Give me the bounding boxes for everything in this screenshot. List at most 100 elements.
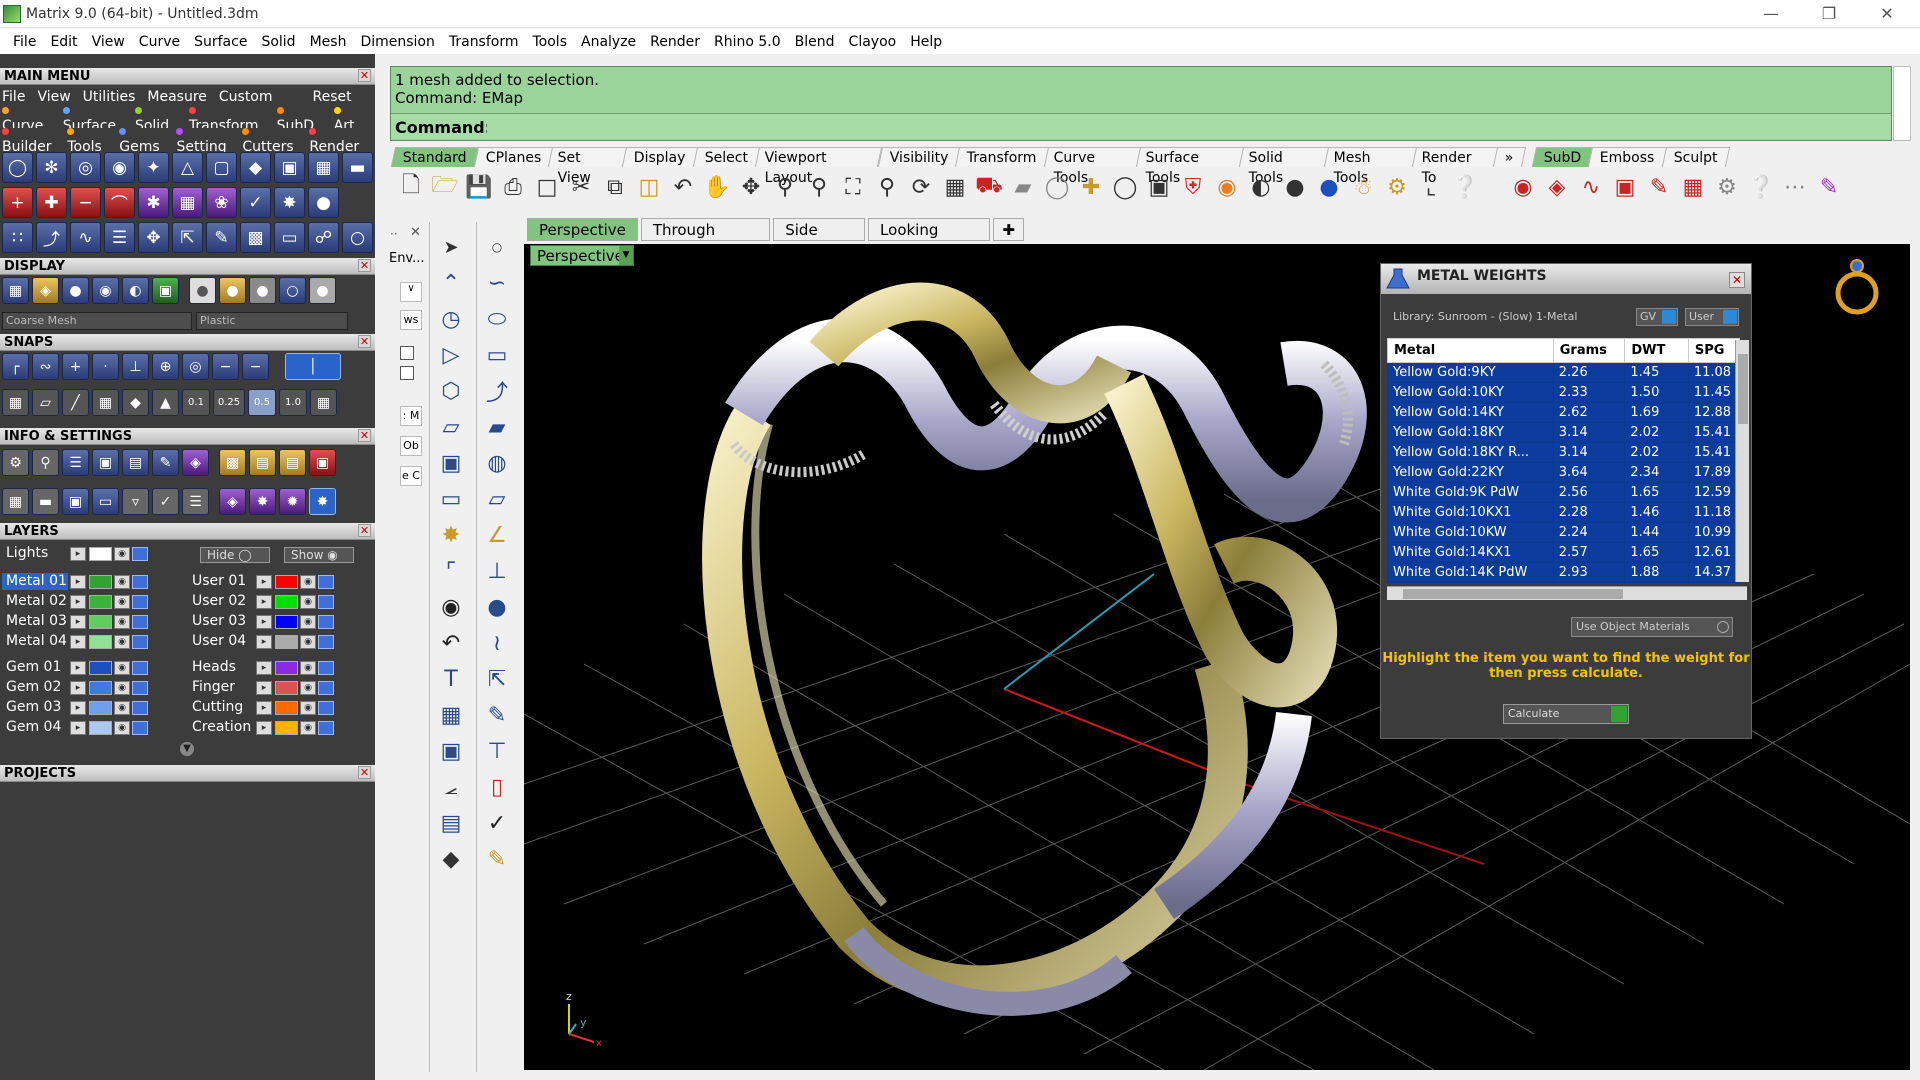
end-snap-icon[interactable]: ┌ [2, 353, 29, 380]
layer-row[interactable]: Cutting ▸ ◉ [188, 698, 334, 717]
column-header-grams[interactable]: Grams [1552, 338, 1626, 363]
paint-icon[interactable]: ✎ [480, 842, 514, 876]
ortho-icon[interactable]: ╱ [62, 389, 89, 416]
subd-settings-icon[interactable]: ⚙ [1712, 172, 1742, 202]
rectangle-icon[interactable]: ▭ [480, 338, 514, 372]
lights-layer-row[interactable]: Lights ▸ ◉ [2, 544, 148, 563]
head-tool-icon[interactable]: △ [172, 152, 203, 183]
menu-rhino5[interactable]: Rhino 5.0 [707, 34, 788, 50]
table-row[interactable]: Yellow Gold:18KY 3.14 2.02 15.41 [1387, 422, 1741, 443]
lock-icon[interactable]: ◉ [300, 614, 316, 629]
paste-icon[interactable]: ◫ [634, 172, 664, 202]
expand-icon[interactable]: ▸ [256, 680, 272, 695]
visibility-icon[interactable] [318, 614, 334, 629]
env-label[interactable]: Env... [389, 251, 425, 266]
layer-row[interactable]: Creation ▸ ◉ [188, 718, 334, 737]
snap-value-0.5[interactable]: 0.5 [248, 389, 276, 416]
ring-tool-icon[interactable]: ◯ [2, 152, 33, 183]
menu-clayoo[interactable]: Clayoo [842, 34, 904, 50]
chevron-down-icon[interactable]: ∨ [400, 282, 422, 302]
visibility-icon[interactable] [318, 720, 334, 735]
toolbar-tab-solid-tools[interactable]: Solid Tools [1238, 147, 1330, 186]
check-icon[interactable]: ✓ [480, 806, 514, 840]
split-icon[interactable]: ⊥ [480, 554, 514, 588]
new-file-icon[interactable]: 🗋 [396, 172, 426, 202]
lock-icon[interactable]: ◉ [300, 660, 316, 675]
layer-color-swatch[interactable] [275, 594, 298, 609]
lock-icon[interactable]: ◉ [114, 594, 130, 609]
render-icon[interactable]: ● [1314, 172, 1344, 202]
render-preview-icon[interactable]: ● [1280, 172, 1310, 202]
lock-icon[interactable]: ◉ [114, 720, 130, 735]
layer-row[interactable]: Metal 03 ▸ ◉ [2, 612, 148, 631]
toolbar-tab-curve-tools[interactable]: Curve Tools [1043, 147, 1141, 186]
show-button[interactable]: Show ◉ [284, 547, 354, 563]
report-icon[interactable]: ▤ [279, 449, 306, 476]
ghosted-icon[interactable]: ◐ [122, 277, 149, 304]
visibility-icon[interactable] [132, 634, 148, 649]
layer-color-swatch[interactable] [275, 680, 298, 695]
stone-icon[interactable]: ✸ [249, 488, 276, 515]
gold-render-icon[interactable]: ◈ [32, 277, 59, 304]
expand-icon[interactable]: ▸ [256, 720, 272, 735]
layer-row[interactable]: Heads ▸ ◉ [188, 658, 334, 677]
blob-tool-icon[interactable]: ❀ [206, 187, 237, 218]
draw-tool-icon[interactable]: ✎ [206, 222, 237, 253]
print-icon[interactable]: ⎙ [498, 172, 528, 202]
visibility-icon[interactable] [318, 700, 334, 715]
gumball-icon[interactable]: ◆ [122, 389, 149, 416]
arc-icon[interactable]: ▷ [434, 338, 468, 372]
tab-perspective[interactable]: Perspective [527, 218, 638, 241]
expand-icon[interactable]: ▸ [256, 660, 272, 675]
curve-points-icon[interactable]: ∽ [480, 266, 514, 300]
select-icon[interactable]: ✓ [152, 488, 179, 515]
more-tabs-icon[interactable]: » [1493, 147, 1527, 167]
menu-edit[interactable]: Edit [43, 34, 84, 50]
mm-gems[interactable]: Gems [119, 123, 164, 155]
close-icon[interactable]: ✕ [358, 429, 371, 442]
tan-snap-icon[interactable]: − [212, 353, 239, 380]
surface-icon[interactable]: ▱ [434, 410, 468, 444]
expand-layers-icon[interactable]: ▼ [180, 742, 194, 756]
layer-row[interactable]: Gem 02 ▸ ◉ [2, 678, 148, 697]
export-icon[interactable]: ▣ [309, 449, 336, 476]
lock-icon[interactable]: ◉ [300, 634, 316, 649]
close-icon[interactable]: ✕ [358, 766, 371, 779]
snap-value-0.25[interactable]: 0.25 [213, 389, 245, 416]
perp-snap-icon[interactable]: ⊥ [122, 353, 149, 380]
lock-icon[interactable]: ◉ [114, 680, 130, 695]
zoom-selected-icon[interactable]: ⚲ [872, 172, 902, 202]
export-icon[interactable]: □ [532, 172, 562, 202]
lock-icon[interactable]: ◉ [114, 614, 130, 629]
layer-color-swatch[interactable] [89, 680, 112, 695]
close-icon[interactable]: ✕ [1729, 272, 1745, 288]
rendered-icon[interactable]: ◉ [92, 277, 119, 304]
toolbar-tab-sculpt[interactable]: Sculpt [1661, 147, 1730, 167]
mid-snap-icon[interactable]: · [92, 353, 119, 380]
layer-color-swatch[interactable] [89, 700, 112, 715]
menu-solid[interactable]: Solid [254, 34, 302, 50]
expand-icon[interactable]: ▸ [70, 594, 86, 609]
layer-row[interactable]: Gem 04 ▸ ◉ [2, 718, 148, 737]
visibility-icon[interactable] [132, 720, 148, 735]
subd-cube-icon[interactable]: ▣ [1610, 172, 1640, 202]
prong-tool-icon[interactable]: ✦ [138, 152, 169, 183]
ob-button[interactable]: Ob [400, 436, 422, 456]
gumball-icon[interactable]: ▯ [480, 770, 514, 804]
list-icon[interactable]: ☰ [182, 488, 209, 515]
scale-tool-icon[interactable]: ⇱ [172, 222, 203, 253]
toolbar-tab-display[interactable]: Display [622, 147, 699, 167]
table-row[interactable]: White Gold:10KW 2.24 1.44 10.99 [1387, 522, 1741, 543]
pave-tool-icon[interactable]: ◆ [240, 152, 271, 183]
layer-color-swatch[interactable] [275, 614, 298, 629]
table-row[interactable]: White Gold:9K PdW 2.56 1.65 12.59 [1387, 482, 1741, 503]
polygon-icon[interactable]: ⬡ [434, 374, 468, 408]
scale-icon[interactable]: ⇱ [480, 662, 514, 696]
expand-icon[interactable]: ▸ [256, 634, 272, 649]
block-icon[interactable]: ▣ [434, 734, 468, 768]
curve-edit-icon[interactable]: ≀ [480, 626, 514, 660]
minimize-panel-icon[interactable]: ▬ [32, 488, 59, 515]
edit-icon[interactable]: ✎ [152, 449, 179, 476]
setting-tool-icon[interactable]: ▣ [274, 152, 305, 183]
brush-icon[interactable]: ✎ [1814, 172, 1844, 202]
